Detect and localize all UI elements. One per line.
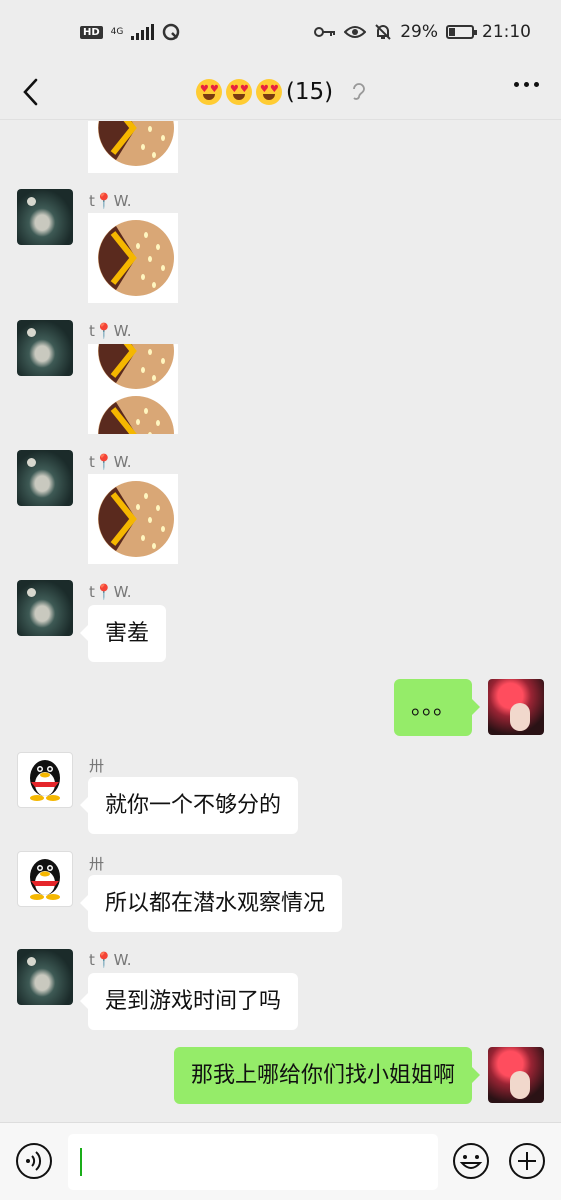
status-right: 29% 21:10 <box>314 22 531 42</box>
sender-name: t📍W. <box>89 192 132 210</box>
member-count: (15) <box>285 78 334 105</box>
avatar-tw[interactable] <box>17 580 73 636</box>
avatar-qq[interactable] <box>17 851 73 907</box>
avatar-qq[interactable] <box>17 752 73 808</box>
sender-name: t📍W. <box>89 453 132 471</box>
key-icon <box>314 27 336 37</box>
message-input[interactable] <box>68 1134 438 1190</box>
sender-name: 卅 <box>89 855 105 873</box>
sender-name: t📍W. <box>89 951 132 969</box>
qq-penguin-icon <box>30 859 60 900</box>
chat-title: ♥ ♥ ♥ ♥ ♥ ♥ (15) <box>195 78 366 105</box>
plus-icon[interactable] <box>508 1142 546 1180</box>
sender-name: t📍W. <box>89 322 132 340</box>
avatar-tw[interactable] <box>17 189 73 245</box>
signal-icon <box>131 24 155 40</box>
message-bubble[interactable]: 就你一个不够分的 <box>79 777 299 834</box>
burger-sticker[interactable] <box>88 344 178 434</box>
mute-bell-icon <box>375 24 391 40</box>
sender-name: t📍W. <box>89 583 132 601</box>
avatar-me[interactable] <box>488 679 544 735</box>
clock: 21:10 <box>482 22 531 42</box>
avatar-tw[interactable] <box>17 949 73 1005</box>
ear-icon <box>353 82 366 100</box>
avatar-tw[interactable] <box>17 320 73 376</box>
burger-sticker[interactable] <box>88 474 178 564</box>
status-bar: HD 4G 29% 21:10 <box>0 0 561 64</box>
hd-badge: HD <box>80 25 103 39</box>
emoji-icon[interactable] <box>452 1142 490 1180</box>
message-bubble-own[interactable]: 。。。 <box>393 679 481 736</box>
message-bubble[interactable]: 害羞 <box>79 605 167 662</box>
message-bubble[interactable]: 是到游戏时间了吗 <box>79 973 299 1030</box>
chevron-left-icon[interactable] <box>18 74 48 110</box>
network-type: 4G <box>110 26 124 37</box>
text-caret <box>80 1148 82 1176</box>
voice-icon[interactable] <box>15 1142 53 1180</box>
message-bubble[interactable]: 所以都在潜水观察情况 <box>79 875 343 932</box>
heart-eyes-emoji-icon: ♥ ♥ <box>225 78 252 105</box>
message-bubble-own[interactable]: 那我上哪给你们找小姐姐啊 <box>173 1047 481 1104</box>
browser-q-icon <box>163 23 180 41</box>
avatar-tw[interactable] <box>17 450 73 506</box>
battery-icon <box>446 25 477 39</box>
qq-penguin-icon <box>30 760 60 801</box>
avatar-me[interactable] <box>488 1047 544 1103</box>
input-bar <box>0 1122 561 1200</box>
more-dots-icon[interactable] <box>514 82 539 87</box>
sender-name: 卅 <box>89 757 105 775</box>
battery-percent: 29% <box>400 22 438 42</box>
eye-icon <box>344 26 367 38</box>
burger-sticker[interactable] <box>88 213 178 303</box>
heart-eyes-emoji-icon: ♥ ♥ <box>195 78 222 105</box>
heart-eyes-emoji-icon: ♥ ♥ <box>255 78 282 105</box>
status-left: HD 4G <box>80 23 180 41</box>
burger-sticker[interactable] <box>88 121 178 173</box>
chat-header: ♥ ♥ ♥ ♥ ♥ ♥ (15) <box>0 64 561 120</box>
